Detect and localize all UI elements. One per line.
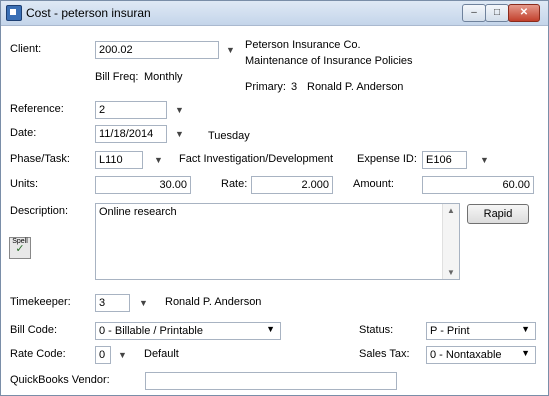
timekeeper-field[interactable]: 3 (95, 294, 130, 312)
minimize-button[interactable]: – (462, 4, 486, 22)
cost-window: Cost - peterson insuran – □ ✕ Client: 20… (0, 0, 549, 396)
rate-field[interactable]: 2.000 (251, 176, 333, 194)
spell-button[interactable]: Spell ✓ (9, 237, 31, 259)
primary-name: Ronald P. Anderson (307, 81, 404, 93)
timekeeper-label: Timekeeper: (10, 296, 71, 308)
app-icon (6, 5, 22, 21)
rate-code-label: Rate Code: (10, 348, 66, 360)
rapid-button[interactable]: Rapid (467, 204, 529, 224)
phase-task-description: Fact Investigation/Development (179, 153, 334, 165)
phase-task-label: Phase/Task: (10, 153, 70, 165)
scroll-down-icon[interactable]: ▼ (447, 268, 455, 277)
quickbooks-vendor-field[interactable] (145, 372, 397, 390)
bill-freq-value: Monthly (144, 71, 183, 83)
date-dropdown-icon[interactable]: ▼ (175, 129, 184, 139)
bill-freq-label: Bill Freq: (95, 71, 139, 83)
description-text: Online research (99, 206, 177, 218)
window-title: Cost - peterson insuran (26, 6, 151, 20)
reference-dropdown-icon[interactable]: ▼ (175, 105, 184, 115)
reference-field[interactable]: 2 (95, 101, 167, 119)
timekeeper-name: Ronald P. Anderson (165, 296, 262, 308)
phase-task-field[interactable]: L110 (95, 151, 143, 169)
date-weekday: Tuesday (208, 130, 250, 142)
chevron-down-icon: ▼ (266, 324, 275, 334)
timekeeper-dropdown-icon[interactable]: ▼ (139, 298, 148, 308)
client-name: Peterson Insurance Co. (245, 39, 361, 51)
spell-check-icon: ✓ (15, 243, 25, 255)
description-label: Description: (10, 205, 69, 217)
bill-code-select[interactable]: 0 - Billable / Printable ▼ (95, 322, 281, 340)
chevron-down-icon: ▼ (521, 348, 530, 358)
sales-tax-label: Sales Tax: (359, 348, 410, 360)
client-matter: Maintenance of Insurance Policies (245, 55, 413, 67)
sales-tax-value: 0 - Nontaxable (430, 349, 502, 361)
client-dropdown-icon[interactable]: ▼ (226, 45, 235, 55)
primary-label: Primary: (245, 81, 286, 93)
form-body: Client: 200.02 ▼ Peterson Insurance Co. … (1, 26, 548, 395)
description-textarea[interactable]: Online research ▲ ▼ (95, 203, 460, 280)
phase-task-dropdown-icon[interactable]: ▼ (154, 155, 163, 165)
reference-label: Reference: (10, 103, 64, 115)
title-bar[interactable]: Cost - peterson insuran – □ ✕ (1, 1, 548, 26)
primary-number: 3 (291, 81, 298, 93)
bill-code-label: Bill Code: (10, 324, 58, 336)
client-label: Client: (10, 43, 42, 55)
expense-id-label: Expense ID: (357, 153, 417, 165)
scroll-up-icon[interactable]: ▲ (447, 206, 455, 215)
sales-tax-select[interactable]: 0 - Nontaxable ▼ (426, 346, 536, 364)
units-label: Units: (10, 178, 39, 190)
units-field[interactable]: 30.00 (95, 176, 191, 194)
close-button[interactable]: ✕ (508, 4, 540, 22)
status-select[interactable]: P - Print ▼ (426, 322, 536, 340)
expense-id-dropdown-icon[interactable]: ▼ (480, 155, 489, 165)
client-field[interactable]: 200.02 (95, 41, 219, 59)
date-field[interactable]: 11/18/2014 (95, 125, 167, 143)
rate-code-field[interactable]: 0 (95, 346, 111, 364)
expense-id-field[interactable]: E106 (422, 151, 467, 169)
maximize-button[interactable]: □ (485, 4, 509, 22)
description-scrollbar[interactable]: ▲ ▼ (442, 204, 459, 279)
bill-code-value: 0 - Billable / Printable (99, 325, 203, 337)
amount-label: Amount: (353, 178, 394, 190)
status-label: Status: (359, 324, 394, 336)
date-label: Date: (10, 127, 37, 139)
amount-field[interactable]: 60.00 (422, 176, 534, 194)
status-value: P - Print (430, 325, 470, 337)
rate-label: Rate: (221, 178, 248, 190)
quickbooks-vendor-label: QuickBooks Vendor: (10, 374, 110, 386)
rate-code-dropdown-icon[interactable]: ▼ (118, 350, 127, 360)
rate-code-description: Default (144, 348, 179, 360)
chevron-down-icon: ▼ (521, 324, 530, 334)
